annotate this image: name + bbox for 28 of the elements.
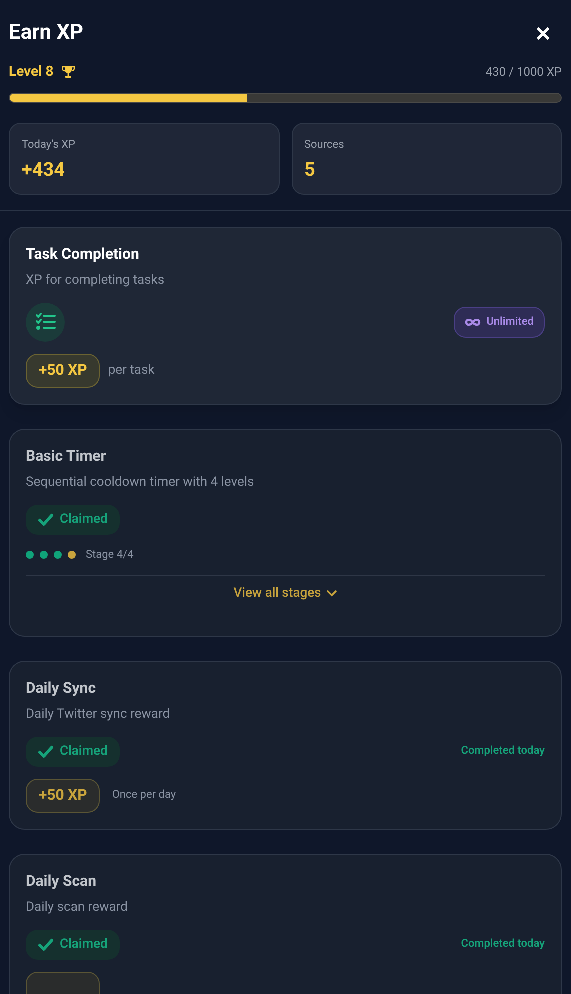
- stat-label: Today's XP: [22, 136, 76, 152]
- unlimited-badge: Unlimited: [454, 306, 545, 338]
- card-description: Sequential cooldown timer with 4 levels: [26, 474, 256, 492]
- stage-label: Stage 4/4: [86, 546, 134, 562]
- card-title: Daily Sync: [26, 678, 98, 698]
- status-text: Completed today: [461, 936, 545, 952]
- claimed-badge: Claimed: [26, 504, 120, 534]
- stat-value: 5: [304, 157, 316, 183]
- xp-note: Once per day: [112, 787, 176, 804]
- close-button[interactable]: ✕: [535, 18, 552, 49]
- xp-note: per task: [108, 362, 155, 380]
- status-text: Completed today: [461, 743, 545, 760]
- card-title: Basic Timer: [26, 446, 108, 466]
- xp-pill: +50 XP: [26, 354, 100, 388]
- level-label: Level 8: [9, 62, 54, 82]
- stat-value: +434: [22, 157, 66, 183]
- xp-progress-text: 430 / 1000 XP: [486, 64, 562, 81]
- xp-pill: +50 XP: [26, 778, 100, 812]
- claimed-badge: Claimed: [26, 930, 120, 960]
- view-stages-link[interactable]: View all stages: [234, 584, 338, 604]
- card-title: Daily Scan: [26, 870, 98, 892]
- claimed-badge: Claimed: [26, 736, 120, 766]
- card-description: Daily scan reward: [26, 899, 129, 917]
- stat-label: Sources: [304, 136, 346, 152]
- card-description: XP for completing tasks: [26, 272, 166, 290]
- card-description: Daily Twitter sync reward: [26, 706, 172, 724]
- window-title: Earn XP: [9, 20, 84, 47]
- card-title: Task Completion: [26, 244, 140, 264]
